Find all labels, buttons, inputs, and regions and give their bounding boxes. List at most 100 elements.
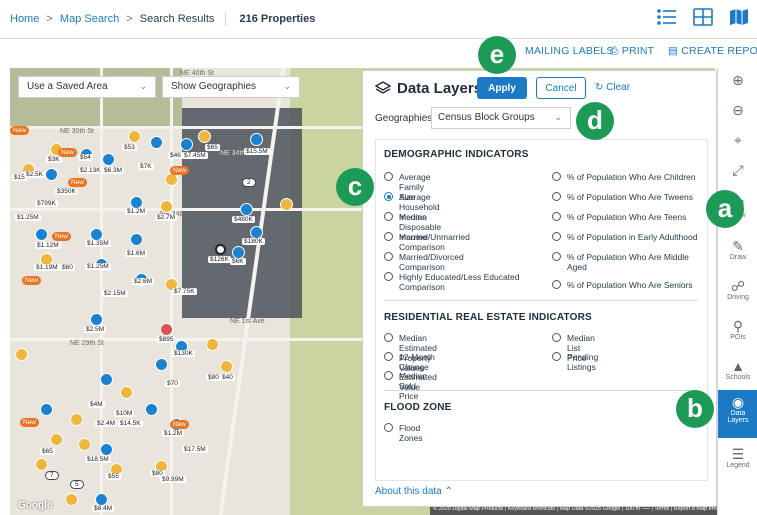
- radio-button[interactable]: [384, 232, 393, 241]
- price-label[interactable]: $2.13K: [78, 167, 103, 174]
- radio-button[interactable]: [384, 272, 393, 281]
- price-label[interactable]: $6K: [230, 258, 246, 265]
- saved-area-select[interactable]: Use a Saved Area ⌄: [18, 76, 156, 98]
- map-attribution[interactable]: © 2025 Digital Map Products | Keyboard s…: [430, 506, 724, 515]
- property-pin[interactable]: [280, 198, 293, 211]
- property-pin[interactable]: [198, 130, 211, 143]
- property-pin[interactable]: [220, 360, 233, 373]
- apply-button[interactable]: Apply: [477, 77, 527, 99]
- price-label[interactable]: $17.5M: [182, 446, 208, 453]
- property-pin[interactable]: [100, 373, 113, 386]
- price-label[interactable]: $1.12M: [35, 242, 61, 249]
- driving-button[interactable]: ☍ Driving: [718, 278, 757, 312]
- price-label[interactable]: $7.75K: [172, 288, 197, 295]
- property-pin[interactable]: [240, 203, 253, 216]
- property-pin[interactable]: [120, 386, 133, 399]
- radio-button-selected[interactable]: [384, 192, 393, 201]
- property-pin[interactable]: [155, 358, 168, 371]
- radio-button[interactable]: [552, 212, 561, 221]
- price-label[interactable]: $55: [106, 473, 121, 480]
- zoom-in-button[interactable]: ⊕: [718, 72, 757, 96]
- property-pin[interactable]: [78, 438, 91, 451]
- price-label[interactable]: $350K: [55, 188, 78, 195]
- price-label[interactable]: $9.99M: [160, 476, 186, 483]
- print-button[interactable]: ⎙ PRINT: [610, 45, 654, 58]
- radio-button[interactable]: [384, 212, 393, 221]
- property-pin[interactable]: [145, 403, 158, 416]
- breadcrumb-home[interactable]: Home: [10, 13, 39, 25]
- radio-button[interactable]: [552, 252, 561, 261]
- property-pin[interactable]: [35, 228, 48, 241]
- price-label[interactable]: $130K: [172, 350, 195, 357]
- property-pin[interactable]: [90, 313, 103, 326]
- pois-button[interactable]: ⚲ POIs: [718, 318, 757, 352]
- selected-property-pin[interactable]: [215, 244, 226, 255]
- cluster-marker[interactable]: 5: [70, 480, 84, 489]
- breadcrumb-map-search[interactable]: Map Search: [60, 13, 119, 25]
- price-label[interactable]: $46: [168, 152, 183, 159]
- cluster-marker[interactable]: 2: [242, 178, 256, 187]
- price-label[interactable]: $1.6M: [125, 250, 148, 257]
- price-label[interactable]: $65: [205, 144, 220, 151]
- property-pin[interactable]: [250, 133, 263, 146]
- radio-button[interactable]: [384, 371, 393, 380]
- property-pin[interactable]: [45, 168, 58, 181]
- schools-button[interactable]: ▲ Schools: [718, 358, 757, 392]
- data-layers-button[interactable]: ◉ Data Layers: [718, 390, 757, 438]
- price-label[interactable]: $180K: [242, 238, 265, 245]
- property-pin[interactable]: [40, 403, 53, 416]
- radio-button[interactable]: [552, 172, 561, 181]
- legend-button[interactable]: ☰ Legend: [718, 446, 757, 480]
- property-pin[interactable]: [180, 138, 193, 151]
- price-label[interactable]: $1.2M: [162, 430, 185, 437]
- price-label[interactable]: $1.25M: [15, 214, 41, 221]
- price-label[interactable]: $2.6M: [132, 278, 155, 285]
- layers-list[interactable]: DEMOGRAPHIC INDICATORS Average Family Si…: [375, 139, 708, 481]
- price-label[interactable]: $8.4M: [92, 505, 115, 512]
- price-label[interactable]: $6.3M: [102, 167, 125, 174]
- cluster-marker[interactable]: 7: [45, 471, 59, 480]
- property-pin[interactable]: [160, 200, 173, 213]
- property-pin[interactable]: [65, 493, 78, 506]
- radio-button[interactable]: [552, 192, 561, 201]
- show-geographies-select[interactable]: Show Geographies ⌄: [162, 76, 300, 98]
- radio-button[interactable]: [552, 280, 561, 289]
- radio-button[interactable]: [384, 172, 393, 181]
- locate-button[interactable]: ⌖: [718, 132, 757, 156]
- price-label[interactable]: $799K: [35, 200, 58, 207]
- property-pin[interactable]: [35, 458, 48, 471]
- price-label[interactable]: $2.15M: [102, 290, 128, 297]
- price-label[interactable]: $80: [206, 374, 221, 381]
- list-view-icon[interactable]: [657, 8, 679, 28]
- radio-button[interactable]: [384, 352, 393, 361]
- radio-button[interactable]: [552, 352, 561, 361]
- price-label[interactable]: $54: [78, 154, 93, 161]
- price-label[interactable]: $53: [122, 144, 137, 151]
- grid-view-icon[interactable]: [693, 8, 715, 28]
- price-label[interactable]: $10M: [114, 410, 135, 417]
- property-pin[interactable]: [102, 153, 115, 166]
- price-label[interactable]: $1.19M: [34, 264, 60, 271]
- price-label[interactable]: $7.45M: [182, 152, 208, 159]
- price-label[interactable]: $3K: [46, 156, 62, 163]
- fullscreen-button[interactable]: ⤢: [718, 162, 757, 186]
- radio-button[interactable]: [384, 333, 393, 342]
- geographies-select[interactable]: Census Block Groups ⌄: [431, 107, 571, 129]
- radio-button[interactable]: [384, 423, 393, 432]
- radio-button[interactable]: [552, 232, 561, 241]
- price-label[interactable]: $1.25M: [85, 263, 111, 270]
- radio-button[interactable]: [552, 333, 561, 342]
- property-pin[interactable]: [150, 136, 163, 149]
- price-label[interactable]: $4M: [88, 401, 105, 408]
- price-label[interactable]: $2.5K: [24, 171, 45, 178]
- zoom-out-button[interactable]: ⊖: [718, 102, 757, 126]
- price-label[interactable]: $126K: [208, 256, 231, 263]
- property-pin[interactable]: [15, 348, 28, 361]
- draw-button[interactable]: ✎ Draw: [718, 238, 757, 272]
- map-view-icon[interactable]: [729, 8, 751, 28]
- property-pin[interactable]: [206, 338, 219, 351]
- price-label[interactable]: $895: [157, 336, 176, 343]
- price-label[interactable]: $480K: [232, 216, 255, 223]
- price-label[interactable]: $7K: [138, 163, 154, 170]
- price-label[interactable]: $14.5K: [118, 420, 143, 427]
